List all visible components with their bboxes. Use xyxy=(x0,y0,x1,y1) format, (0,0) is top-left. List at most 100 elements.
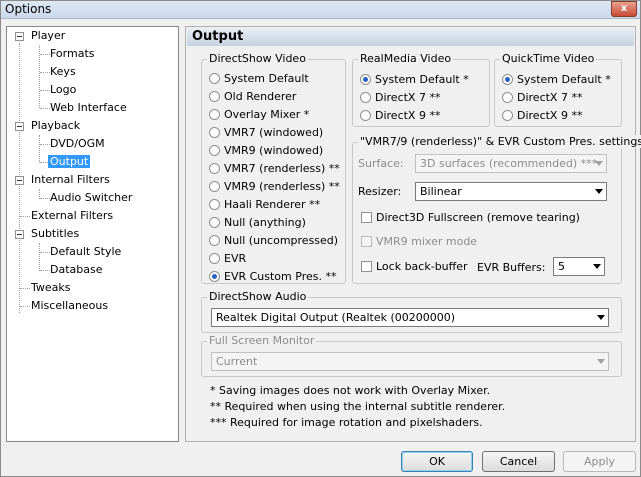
radio-qt-system-default[interactable]: System Default * xyxy=(502,72,611,88)
tree-item-tweaks[interactable]: Tweaks xyxy=(31,280,71,296)
vmr-settings-group: "VMR7/9 (renderless)" & EVR Custom Pres.… xyxy=(352,135,641,284)
directshow-audio-label: DirectShow Audio xyxy=(207,290,309,303)
directshow-video-label: DirectShow Video xyxy=(207,52,308,65)
output-panel: Output DirectShow Video System Default O… xyxy=(185,26,641,442)
radio-label: DirectX 9 ** xyxy=(517,109,583,122)
tree-item-logo[interactable]: Logo xyxy=(50,82,76,98)
chevron-down-icon xyxy=(595,189,603,194)
radio-rm-directx7[interactable]: DirectX 7 ** xyxy=(360,90,440,106)
radio-icon xyxy=(360,92,371,103)
tree-line xyxy=(20,306,30,307)
quicktime-video-label: QuickTime Video xyxy=(500,52,597,65)
monitor-value: Current xyxy=(216,355,258,368)
ok-button[interactable]: OK xyxy=(401,451,473,472)
radio-system-default[interactable]: System Default xyxy=(209,71,309,87)
radio-icon xyxy=(209,253,220,264)
realmedia-video-label: RealMedia Video xyxy=(358,52,454,65)
title-bar[interactable]: Options x xyxy=(1,1,640,19)
radio-icon xyxy=(209,91,220,102)
radio-evr[interactable]: EVR xyxy=(209,251,246,267)
tree-item-dvd-ogm[interactable]: DVD/OGM xyxy=(50,136,105,152)
apply-button[interactable]: Apply xyxy=(563,451,636,472)
vmr-settings-label: "VMR7/9 (renderless)" & EVR Custom Pres.… xyxy=(358,135,641,148)
radio-old-renderer[interactable]: Old Renderer xyxy=(209,89,296,105)
tree-item-keys[interactable]: Keys xyxy=(50,64,76,80)
radio-qt-directx9[interactable]: DirectX 9 ** xyxy=(502,108,582,124)
fullscreen-monitor-label: Full Screen Monitor xyxy=(207,334,317,347)
tree-item-player[interactable]: Player xyxy=(31,28,65,44)
options-tree[interactable]: Player Formats Keys Logo Web Interface P… xyxy=(6,26,179,442)
evr-buffers-value: 5 xyxy=(558,260,565,273)
tree-item-internal-filters[interactable]: Internal Filters xyxy=(31,172,110,188)
surface-select[interactable]: 3D surfaces (recommended) *** xyxy=(415,154,607,173)
radio-icon xyxy=(209,73,220,84)
radio-icon xyxy=(209,145,220,156)
tree-item-playback[interactable]: Playback xyxy=(31,118,80,134)
radio-label: VMR7 (renderless) ** xyxy=(224,162,340,175)
radio-evr-custom[interactable]: EVR Custom Pres. ** xyxy=(209,269,336,285)
chevron-down-icon xyxy=(597,359,605,364)
radio-label: VMR7 (windowed) xyxy=(224,126,324,139)
tree-item-audio-switcher[interactable]: Audio Switcher xyxy=(50,190,132,206)
tree-item-web-interface[interactable]: Web Interface xyxy=(50,100,127,116)
footnote: ** Required when using the internal subt… xyxy=(210,400,506,413)
radio-vmr9-renderless[interactable]: VMR9 (renderless) ** xyxy=(209,179,340,195)
collapse-icon[interactable] xyxy=(15,176,24,185)
evr-buffers-select[interactable]: 5 xyxy=(553,257,605,276)
radio-selected-icon xyxy=(209,271,220,282)
radio-haali-renderer[interactable]: Haali Renderer ** xyxy=(209,197,320,213)
tree-item-database[interactable]: Database xyxy=(50,262,103,278)
radio-null-anything[interactable]: Null (anything) xyxy=(209,215,306,231)
tree-item-formats[interactable]: Formats xyxy=(50,46,95,62)
radio-selected-icon xyxy=(502,74,513,85)
collapse-icon[interactable] xyxy=(15,230,24,239)
radio-label: Haali Renderer ** xyxy=(224,198,321,211)
radio-icon xyxy=(502,92,513,103)
checkbox-label: VMR9 mixer mode xyxy=(376,235,478,248)
resizer-select[interactable]: Bilinear xyxy=(415,182,607,201)
d3d-fullscreen-checkbox[interactable]: Direct3D Fullscreen (remove tearing) xyxy=(361,210,580,226)
lock-back-buffer-checkbox[interactable]: Lock back-buffer xyxy=(361,259,468,275)
tree-item-external-filters[interactable]: External Filters xyxy=(31,208,113,224)
fullscreen-monitor-group: Full Screen Monitor Current xyxy=(201,334,622,377)
tree-line xyxy=(40,252,50,253)
radio-label: Null (anything) xyxy=(224,216,306,229)
close-icon: x xyxy=(620,3,628,14)
radio-vmr7-renderless[interactable]: VMR7 (renderless) ** xyxy=(209,161,340,177)
radio-qt-directx7[interactable]: DirectX 7 ** xyxy=(502,90,582,106)
tree-line xyxy=(20,288,30,289)
radio-vmr7-windowed[interactable]: VMR7 (windowed) xyxy=(209,125,323,141)
radio-icon xyxy=(502,110,513,121)
radio-selected-icon xyxy=(360,74,371,85)
tree-item-output[interactable]: Output xyxy=(48,154,91,170)
tree-line xyxy=(39,243,40,271)
radio-icon xyxy=(209,217,220,228)
chevron-down-icon xyxy=(595,161,603,166)
close-button[interactable]: x xyxy=(611,1,637,17)
radio-label: VMR9 (renderless) ** xyxy=(224,180,340,193)
tree-item-miscellaneous[interactable]: Miscellaneous xyxy=(31,298,108,314)
collapse-icon[interactable] xyxy=(15,122,24,131)
footnote: * Saving images does not work with Overl… xyxy=(210,384,491,397)
collapse-icon[interactable] xyxy=(15,32,24,41)
tree-item-default-style[interactable]: Default Style xyxy=(50,244,121,260)
radio-rm-system-default[interactable]: System Default * xyxy=(360,72,469,88)
radio-rm-directx9[interactable]: DirectX 9 ** xyxy=(360,108,440,124)
radio-label: System Default * xyxy=(517,73,611,86)
audio-device-select[interactable]: Realtek Digital Output (Realtek (0020000… xyxy=(211,308,609,327)
radio-null-uncompressed[interactable]: Null (uncompressed) xyxy=(209,233,338,249)
cancel-button[interactable]: Cancel xyxy=(482,451,555,472)
radio-icon xyxy=(209,127,220,138)
radio-label: Old Renderer xyxy=(224,90,297,103)
radio-label: DirectX 7 ** xyxy=(517,91,583,104)
tree-line xyxy=(40,144,50,145)
radio-icon xyxy=(209,181,220,192)
tree-item-subtitles[interactable]: Subtitles xyxy=(31,226,79,242)
monitor-select[interactable]: Current xyxy=(211,352,609,371)
radio-vmr9-windowed[interactable]: VMR9 (windowed) xyxy=(209,143,323,159)
chevron-down-icon xyxy=(593,264,601,269)
vmr9-mixer-checkbox[interactable]: VMR9 mixer mode xyxy=(361,234,477,250)
radio-overlay-mixer[interactable]: Overlay Mixer * xyxy=(209,107,309,123)
surface-label: Surface: xyxy=(358,157,404,170)
checkbox-icon xyxy=(361,236,372,247)
